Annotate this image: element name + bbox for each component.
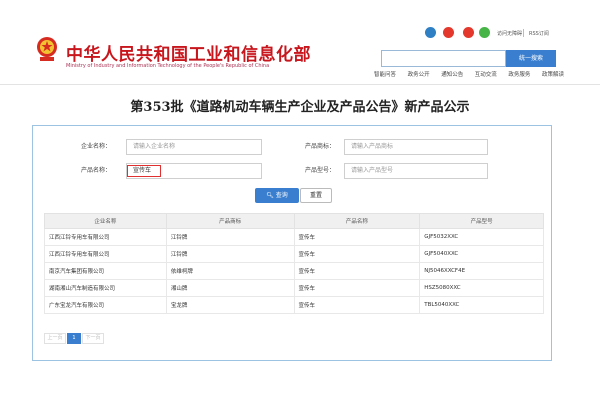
nav-item-service[interactable]: 政务服务 — [508, 69, 530, 81]
cell-product-name: 宣传车 — [294, 229, 420, 246]
rss-link[interactable]: RSS订阅 — [529, 30, 549, 37]
cell-product-name: 宣传车 — [294, 280, 420, 297]
search-panel: 企业名称： 请输入企业名称 产品商标： 请输入产品商标 产品名称： 宣传车 产品… — [32, 125, 552, 361]
model-label: 产品型号： — [305, 163, 335, 179]
column-header-product-name[interactable]: 产品名称 — [294, 214, 420, 229]
cell-brand: 依维柯牌 — [166, 263, 294, 280]
page-number-button[interactable]: 1 — [67, 333, 81, 344]
page: 中华人民共和国工业和信息化部 Ministry of Industry and … — [0, 0, 600, 400]
site-title[interactable]: 中华人民共和国工业和信息化部 — [66, 40, 311, 65]
nav-item-notice[interactable]: 通知公告 — [441, 69, 463, 81]
site-search-button[interactable]: 统一搜索 — [506, 50, 556, 67]
cell-company: 南京汽车集团有限公司 — [45, 263, 167, 280]
cell-brand: 湘山牌 — [166, 280, 294, 297]
nav-item-qa[interactable]: 智能问答 — [374, 69, 396, 81]
weibo-icon[interactable] — [425, 27, 436, 38]
cell-model: HSZ5080XXC — [420, 280, 544, 297]
header-nav: 智能问答 政务公开 通知公告 互动交流 政务服务 政策解读 — [374, 69, 564, 81]
app-icon[interactable] — [443, 27, 454, 38]
table-header-row: 企业名称 产品商标 产品名称 产品型号 — [45, 214, 544, 229]
table-row[interactable]: 南京汽车集团有限公司 依维柯牌 宣传车 NJ5046XXCF4E — [45, 263, 544, 280]
cell-company: 湖南湘山汽车制造有限公司 — [45, 280, 167, 297]
search-icon: 🔍︎ — [266, 192, 274, 199]
results-table: 企业名称 产品商标 产品名称 产品型号 江西江铃专用车有限公司 江铃牌 宣传车 … — [44, 213, 544, 314]
nav-item-policy[interactable]: 政策解读 — [542, 69, 564, 81]
reset-button[interactable]: 重置 — [300, 188, 332, 203]
cell-company: 江西江铃专用车有限公司 — [45, 246, 167, 263]
brand-label: 产品商标： — [305, 139, 335, 155]
company-label: 企业名称： — [81, 139, 111, 155]
cell-product-name: 宣传车 — [294, 246, 420, 263]
cell-company: 江西江铃专用车有限公司 — [45, 229, 167, 246]
page-title: 第353批《道路机动车辆生产企业及产品公告》新产品公示 — [0, 96, 600, 115]
wechat-icon[interactable] — [479, 27, 490, 38]
query-button-label: 查询 — [276, 192, 288, 199]
model-input[interactable]: 请输入产品型号 — [344, 163, 488, 179]
site-subtitle-en: Ministry of Industry and Information Tec… — [66, 63, 269, 69]
query-button[interactable]: 🔍︎ 查询 — [255, 188, 299, 203]
pagination: 上一页 1 下一页 — [44, 333, 104, 344]
cell-brand: 江铃牌 — [166, 229, 294, 246]
cell-company: 广东宝龙汽车有限公司 — [45, 297, 167, 314]
next-page-button[interactable]: 下一页 — [82, 333, 104, 344]
prev-page-button[interactable]: 上一页 — [44, 333, 66, 344]
header-divider — [0, 84, 600, 85]
input-highlight-box — [127, 165, 161, 177]
table-row[interactable]: 江西江铃专用车有限公司 江铃牌 宣传车 GJF5040XXC — [45, 246, 544, 263]
accessibility-link[interactable]: 访问无障碍 — [497, 30, 522, 37]
cell-model: GJF5040XXC — [420, 246, 544, 263]
cell-brand: 江铃牌 — [166, 246, 294, 263]
table-row[interactable]: 江西江铃专用车有限公司 江铃牌 宣传车 GJF5032XXC — [45, 229, 544, 246]
cell-model: TBL5040XXC — [420, 297, 544, 314]
column-header-model[interactable]: 产品型号 — [420, 214, 544, 229]
weibo-red-icon[interactable] — [463, 27, 474, 38]
cell-brand: 宝龙牌 — [166, 297, 294, 314]
product-name-label: 产品名称： — [81, 163, 111, 179]
table-row[interactable]: 湖南湘山汽车制造有限公司 湘山牌 宣传车 HSZ5080XXC — [45, 280, 544, 297]
cell-product-name: 宣传车 — [294, 263, 420, 280]
column-header-brand[interactable]: 产品商标 — [166, 214, 294, 229]
national-emblem-icon — [35, 35, 59, 63]
table-row[interactable]: 广东宝龙汽车有限公司 宝龙牌 宣传车 TBL5040XXC — [45, 297, 544, 314]
nav-item-public[interactable]: 政务公开 — [408, 69, 430, 81]
cell-model: NJ5046XXCF4E — [420, 263, 544, 280]
cell-model: GJF5032XXC — [420, 229, 544, 246]
company-input[interactable]: 请输入企业名称 — [126, 139, 262, 155]
top-link-divider — [523, 29, 524, 37]
cell-product-name: 宣传车 — [294, 297, 420, 314]
brand-input[interactable]: 请输入产品商标 — [344, 139, 488, 155]
site-search-input[interactable] — [381, 50, 506, 67]
column-header-company[interactable]: 企业名称 — [45, 214, 167, 229]
site-header: 中华人民共和国工业和信息化部 Ministry of Industry and … — [0, 0, 600, 80]
nav-item-interaction[interactable]: 互动交流 — [475, 69, 497, 81]
